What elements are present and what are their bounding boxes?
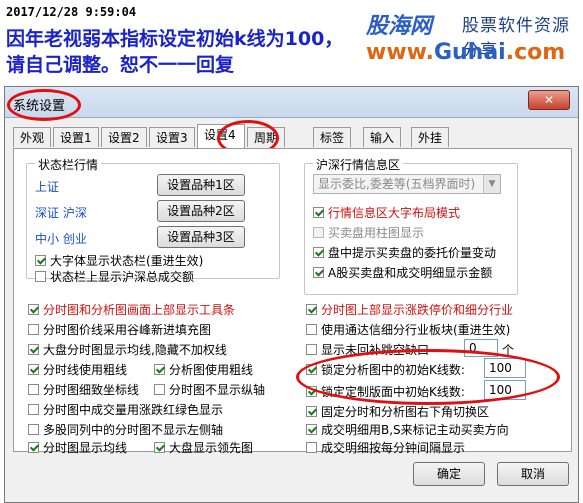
timestamp: 2017/12/28 9:59:04 <box>6 5 137 19</box>
fixed-switch-area-checkbox[interactable]: 固定分时和分析图右下角切换区 <box>306 403 489 419</box>
total-volume-checkbox[interactable]: 状态栏上显示沪深总成交额 <box>35 268 194 284</box>
shanghai-label: 上证 <box>35 180 60 194</box>
tdx-industry-checkbox[interactable]: 使用通达信细分行业板块(重进生效) <box>306 321 510 337</box>
show-amount-checkbox[interactable]: A股买卖盘和成交明细显示金额 <box>313 264 492 280</box>
large-layout-checkbox[interactable]: 行情信息区大字布局模式 <box>313 204 460 220</box>
order-change-checkbox[interactable]: 盘中提示买卖盘的委托价量变动 <box>313 244 496 260</box>
cancel-button[interactable]: 取消 <box>497 462 569 486</box>
hs-info-select[interactable]: 显示委比,委差等(五档界面时) ▼ <box>313 174 501 194</box>
set-zone3-button[interactable]: 设置品种3区 <box>157 226 245 248</box>
checkbox[interactable] <box>154 364 165 375</box>
intraday-avg-line-checkbox[interactable]: 分时图显示均线 <box>28 439 127 455</box>
checkbox[interactable] <box>35 255 46 266</box>
checkbox[interactable] <box>28 364 39 375</box>
limit-price-checkbox[interactable]: 分时图上部显示涨跌停价和细分行业 <box>306 301 513 317</box>
status-bar-group: 状态栏行情 上证 设置品种1区 深证 沪深 设置品种2区 中小 创业 设置品种3… <box>26 156 280 284</box>
checkbox[interactable] <box>154 384 165 395</box>
annotation-area: 2017/12/28 9:59:04 因年老视弱本指标设定初始k线为100，请自… <box>0 0 583 90</box>
checkbox[interactable] <box>28 304 39 315</box>
hide-left-axis-checkbox[interactable]: 多股同列中的分时图不显示左侧轴 <box>28 421 223 437</box>
tab-settings2[interactable]: 设置2 <box>101 127 147 147</box>
intraday-thick-line-checkbox[interactable]: 分时线使用粗线 <box>28 361 127 377</box>
watermark-url: www.Guhai.com <box>366 40 566 65</box>
tab-labels[interactable]: 标签 <box>313 127 351 147</box>
checkbox[interactable] <box>306 424 317 435</box>
checkbox[interactable] <box>28 324 39 335</box>
volume-color-checkbox[interactable]: 分时图中成交量用涨跌红绿色显示 <box>28 401 223 417</box>
tab-input[interactable]: 输入 <box>363 127 401 147</box>
bar-chart-checkbox[interactable]: 买卖盘用柱图显示 <box>313 224 424 240</box>
sme-label: 中小 创业 <box>35 232 87 246</box>
checkbox[interactable] <box>313 207 324 218</box>
checkbox[interactable] <box>306 324 317 335</box>
analysis-thick-line-checkbox[interactable]: 分析图使用粗线 <box>154 361 253 377</box>
checkbox[interactable] <box>306 304 317 315</box>
fine-grid-checkbox[interactable]: 分时图细致坐标线 <box>28 381 139 397</box>
tab-settings3[interactable]: 设置3 <box>149 127 195 147</box>
hs-info-group: 沪深行情信息区 显示委比,委差等(五档界面时) ▼ 行情信息区大字布局模式 买卖… <box>304 156 518 295</box>
title-highlight-circle <box>7 89 81 121</box>
index-avg-line-checkbox[interactable]: 大盘分时图显示均线,隐藏不加权线 <box>28 341 227 357</box>
checkbox[interactable] <box>154 442 165 453</box>
toolbar-top-checkbox[interactable]: 分时图和分析图画面上部显示工具条 <box>28 301 235 317</box>
checkbox[interactable] <box>313 247 324 258</box>
hs-info-group-title: 沪深行情信息区 <box>313 156 404 173</box>
checkbox[interactable] <box>313 267 324 278</box>
close-button[interactable]: ✕ <box>528 90 570 110</box>
tab-settings1[interactable]: 设置1 <box>53 127 99 147</box>
checkbox[interactable] <box>306 442 317 453</box>
checkbox[interactable] <box>28 442 39 453</box>
shenzhen-label: 深证 沪深 <box>35 206 87 220</box>
checkbox[interactable] <box>313 227 324 238</box>
kline-highlight-oval <box>296 349 560 405</box>
dialog-titlebar[interactable]: 系统设置 ✕ <box>5 87 578 121</box>
annotation-text: 因年老视弱本指标设定初始k线为100，请自己调整。恕不一一回复 <box>6 28 344 76</box>
tab-appearance[interactable]: 外观 <box>13 127 51 147</box>
status-bar-group-title: 状态栏行情 <box>35 156 102 173</box>
system-settings-dialog: 系统设置 ✕ 外观 设置1 设置2 设置3 设置4 周期 标签 输入 外挂 状态… <box>4 86 579 503</box>
valley-fill-checkbox[interactable]: 分时图价线采用谷峰新进填充图 <box>28 321 211 337</box>
set-zone1-button[interactable]: 设置品种1区 <box>157 174 245 196</box>
watermark-brand: 股海网 <box>366 14 433 39</box>
minute-interval-checkbox[interactable]: 成交明细按每分钟间隔显示 <box>306 439 465 455</box>
leading-chart-checkbox[interactable]: 大盘显示领先图 <box>154 439 253 455</box>
checkbox[interactable] <box>28 344 39 355</box>
hide-vertical-axis-checkbox[interactable]: 分时图不显示纵轴 <box>154 381 265 397</box>
checkbox[interactable] <box>28 404 39 415</box>
watermark-logo: 股海网 股票软件资源分享 www.Guhai.com <box>360 2 580 88</box>
ok-button[interactable]: 确定 <box>413 462 485 486</box>
large-font-status-checkbox[interactable]: 大字体显示状态栏(重进生效) <box>35 252 203 268</box>
tab-plugins[interactable]: 外挂 <box>411 127 449 147</box>
bs-mark-checkbox[interactable]: 成交明细用B,S来标记主动买卖方向 <box>306 421 509 437</box>
checkbox[interactable] <box>28 384 39 395</box>
checkbox[interactable] <box>306 406 317 417</box>
settings4-panel: 状态栏行情 上证 设置品种1区 深证 沪深 设置品种2区 中小 创业 设置品种3… <box>13 148 572 455</box>
checkbox[interactable] <box>28 424 39 435</box>
set-zone2-button[interactable]: 设置品种2区 <box>157 200 245 222</box>
checkbox[interactable] <box>306 344 317 355</box>
checkbox[interactable] <box>35 271 46 282</box>
chevron-down-icon[interactable]: ▼ <box>483 175 500 193</box>
